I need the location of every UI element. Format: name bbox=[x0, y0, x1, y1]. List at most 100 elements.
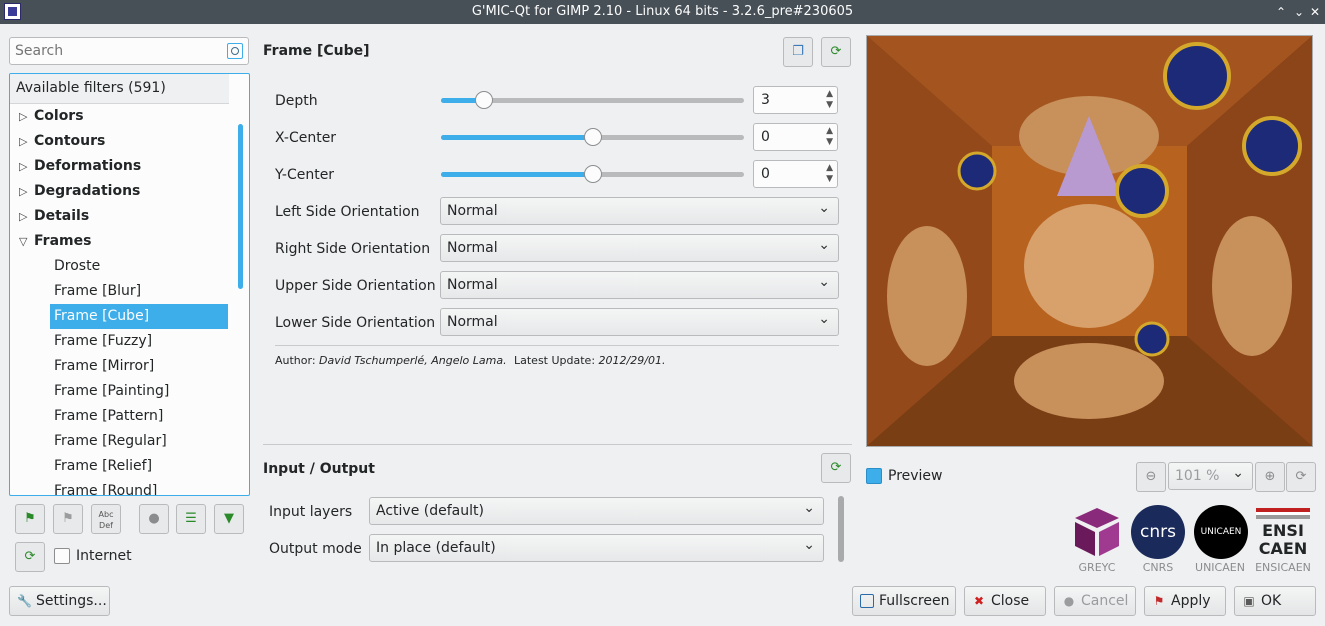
ensicaen-logo: ENSI CAEN bbox=[1256, 508, 1310, 558]
ycenter-slider[interactable] bbox=[441, 165, 744, 183]
collapse-button[interactable]: ▼ bbox=[214, 504, 244, 534]
preview-image[interactable] bbox=[866, 35, 1313, 447]
filter-item-frame-pattern[interactable]: Frame [Pattern] bbox=[54, 404, 163, 429]
chevron-down-icon: ⌄ bbox=[818, 311, 830, 327]
copy-command-button[interactable]: ❐ bbox=[783, 37, 813, 67]
chevron-right-icon[interactable]: ▷ bbox=[19, 154, 29, 179]
right-orientation-select[interactable]: Normal ⌄ bbox=[440, 234, 839, 262]
chevron-down-icon: ⌄ bbox=[818, 274, 830, 290]
expand-all-button[interactable]: ☰ bbox=[176, 504, 206, 534]
chevron-down-icon: ⌄ bbox=[1232, 465, 1244, 481]
zoom-in-button[interactable]: ⊕ bbox=[1255, 462, 1285, 492]
cancel-icon: ● bbox=[1063, 594, 1075, 608]
ycenter-label: Y-Center bbox=[275, 167, 335, 183]
filter-item-frame-round[interactable]: Frame [Round] bbox=[54, 479, 157, 495]
chevron-down-icon[interactable]: ▽ bbox=[19, 229, 29, 254]
reset-io-button[interactable]: ⟳ bbox=[821, 453, 851, 483]
filter-item-frame-cube[interactable]: Frame [Cube] bbox=[50, 304, 228, 329]
reset-params-button[interactable]: ⟳ bbox=[821, 37, 851, 67]
zoom-out-icon: ⊖ bbox=[1145, 469, 1157, 484]
zoom-select[interactable]: 101 % ⌄ bbox=[1168, 462, 1253, 490]
spin-down-icon[interactable]: ▼ bbox=[826, 174, 833, 184]
refresh-filters-button[interactable]: ⟳ bbox=[15, 542, 45, 572]
chevron-right-icon[interactable]: ▷ bbox=[19, 104, 29, 129]
search-input[interactable] bbox=[15, 42, 215, 60]
scrollbar-thumb[interactable] bbox=[238, 124, 243, 289]
search-field[interactable] bbox=[9, 37, 249, 65]
filter-title: Frame [Cube] bbox=[263, 43, 370, 59]
cube-frame-preview bbox=[867, 36, 1312, 446]
filter-item-frame-mirror[interactable]: Frame [Mirror] bbox=[54, 354, 154, 379]
spin-up-icon[interactable]: ▲ bbox=[826, 89, 833, 99]
spin-down-icon[interactable]: ▼ bbox=[826, 137, 833, 147]
chevron-right-icon[interactable]: ▷ bbox=[19, 179, 29, 204]
zoom-reset-button[interactable]: ⟳ bbox=[1286, 462, 1316, 492]
slider-handle[interactable] bbox=[475, 91, 493, 109]
chevron-right-icon[interactable]: ▷ bbox=[19, 204, 29, 229]
depth-label: Depth bbox=[275, 93, 318, 109]
ycenter-spinbox[interactable]: 0 ▲ ▼ bbox=[753, 160, 838, 188]
category-degradations[interactable]: ▷ Degradations bbox=[19, 179, 140, 204]
category-colors[interactable]: ▷ Colors bbox=[19, 104, 84, 129]
output-mode-select[interactable]: In place (default) ⌄ bbox=[369, 534, 824, 562]
filter-item-frame-fuzzy[interactable]: Frame [Fuzzy] bbox=[54, 329, 152, 354]
chevron-down-icon: ⌄ bbox=[803, 500, 815, 516]
category-details[interactable]: ▷ Details bbox=[19, 204, 89, 229]
filter-tree[interactable]: Available filters (591) ▷ Colors ▷ Contour… bbox=[9, 73, 250, 496]
keep-above-icon[interactable]: ⌃ bbox=[1273, 4, 1289, 20]
refresh-icon: ⟳ bbox=[1295, 469, 1307, 484]
slider-handle[interactable] bbox=[584, 165, 602, 183]
settings-button[interactable]: 🔧 Settings... bbox=[9, 586, 110, 616]
spin-down-icon[interactable]: ▼ bbox=[826, 100, 833, 110]
internet-checkbox[interactable] bbox=[54, 548, 70, 564]
category-deformations[interactable]: ▷ Deformations bbox=[19, 154, 141, 179]
depth-slider[interactable] bbox=[441, 91, 744, 109]
close-window-icon[interactable]: ✕ bbox=[1307, 4, 1323, 20]
ok-icon: ▣ bbox=[1243, 594, 1255, 608]
zoom-out-button[interactable]: ⊖ bbox=[1136, 462, 1166, 492]
xcenter-spinbox[interactable]: 0 ▲ ▼ bbox=[753, 123, 838, 151]
add-favorite-button[interactable]: ⚑ bbox=[15, 504, 45, 534]
xcenter-label: X-Center bbox=[275, 130, 337, 146]
search-icon[interactable] bbox=[227, 43, 243, 59]
input-layers-select[interactable]: Active (default) ⌄ bbox=[369, 497, 824, 525]
tree-scrollbar[interactable] bbox=[236, 104, 249, 495]
left-orientation-select[interactable]: Normal ⌄ bbox=[440, 197, 839, 225]
io-scrollbar[interactable] bbox=[838, 496, 844, 562]
ok-button[interactable]: ▣ OK bbox=[1234, 586, 1316, 616]
upper-orientation-select[interactable]: Normal ⌄ bbox=[440, 271, 839, 299]
filter-item-frame-painting[interactable]: Frame [Painting] bbox=[54, 379, 169, 404]
filter-item-droste[interactable]: Droste bbox=[54, 254, 228, 279]
slider-handle[interactable] bbox=[584, 128, 602, 146]
ensicaen-caption: ENSICAEN bbox=[1255, 561, 1311, 574]
chevron-right-icon[interactable]: ▷ bbox=[19, 129, 29, 154]
rename-icon: Abc Def bbox=[98, 510, 114, 530]
unicaen-logo: UNICAEN bbox=[1194, 505, 1248, 559]
filter-item-frame-regular[interactable]: Frame [Regular] bbox=[54, 429, 167, 454]
divider bbox=[275, 345, 839, 346]
depth-spinbox[interactable]: 3 ▲ ▼ bbox=[753, 86, 838, 114]
right-orientation-label: Right Side Orientation bbox=[275, 241, 431, 257]
preview-label: Preview bbox=[888, 468, 943, 484]
greyc-caption: GREYC bbox=[1078, 561, 1116, 574]
spin-up-icon[interactable]: ▲ bbox=[826, 163, 833, 173]
category-frames[interactable]: ▽ Frames bbox=[19, 229, 91, 254]
remove-favorite-button[interactable]: ⚑ bbox=[53, 504, 83, 534]
output-mode-label: Output mode bbox=[269, 541, 362, 557]
preview-checkbox[interactable] bbox=[866, 468, 882, 484]
cancel-button[interactable]: ● Cancel bbox=[1054, 586, 1136, 616]
input-layers-label: Input layers bbox=[269, 504, 353, 520]
close-button[interactable]: ✖ Close bbox=[964, 586, 1046, 616]
rename-favorite-button[interactable]: Abc Def bbox=[91, 504, 121, 534]
visibility-toggle-button[interactable]: ● bbox=[139, 504, 169, 534]
minimize-icon[interactable]: ⌄ bbox=[1291, 4, 1307, 20]
xcenter-slider[interactable] bbox=[441, 128, 744, 146]
lower-orientation-select[interactable]: Normal ⌄ bbox=[440, 308, 839, 336]
fullscreen-button[interactable]: Fullscreen bbox=[852, 586, 956, 616]
apply-button[interactable]: ⚑ Apply bbox=[1144, 586, 1226, 616]
filter-item-frame-blur[interactable]: Frame [Blur] bbox=[54, 279, 141, 304]
spin-up-icon[interactable]: ▲ bbox=[826, 126, 833, 136]
category-contours[interactable]: ▷ Contours bbox=[19, 129, 105, 154]
upper-orientation-label: Upper Side Orientation bbox=[275, 278, 436, 294]
filter-item-frame-relief[interactable]: Frame [Relief] bbox=[54, 454, 152, 479]
